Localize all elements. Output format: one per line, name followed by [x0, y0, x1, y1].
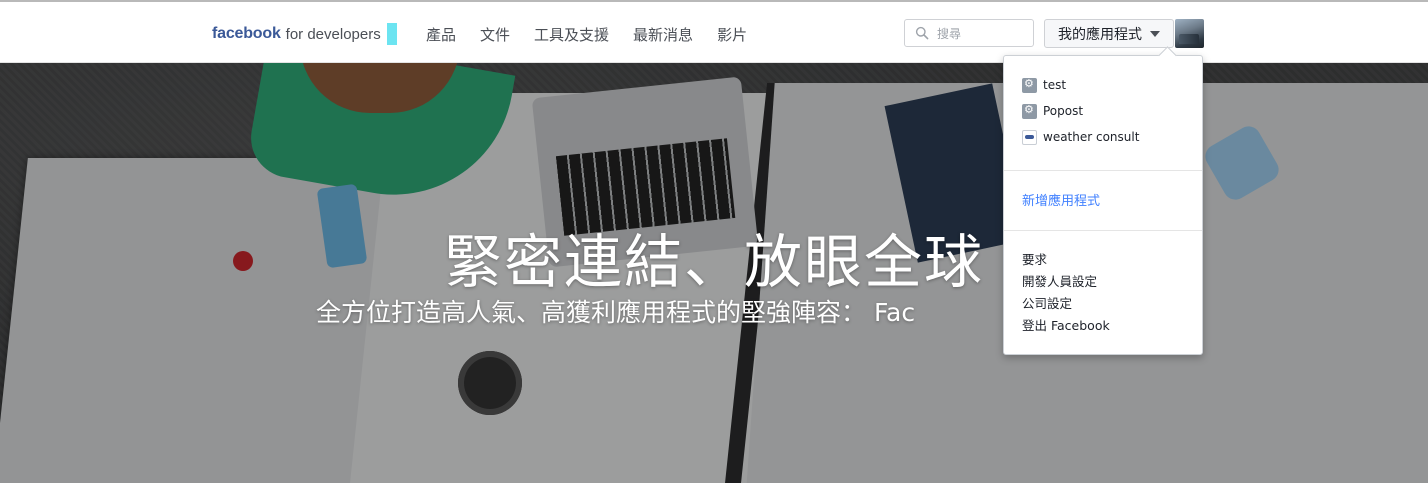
- dropdown-divider: [1004, 170, 1202, 171]
- search-icon: [915, 26, 929, 40]
- app-item-label: test: [1043, 78, 1067, 92]
- my-apps-button[interactable]: 我的應用程式: [1044, 19, 1174, 48]
- app-item-popost[interactable]: Popost: [1022, 101, 1083, 121]
- top-navigation-bar: facebook for developers 產品 文件 工具及支援 最新消息…: [0, 2, 1428, 63]
- logo-facebook-text: facebook: [212, 25, 281, 42]
- menu-item-tools-support[interactable]: 工具及支援: [534, 24, 609, 45]
- logo-developers-text: for developers: [285, 25, 381, 43]
- hero-subline: 全方位打造高人氣、高獲利應用程式的堅強陣容： Fac: [316, 298, 916, 327]
- gear-icon: [1022, 103, 1037, 119]
- menu-item-videos[interactable]: 影片: [717, 24, 747, 45]
- hero-headline: 緊密連結、放眼全球: [443, 228, 984, 296]
- menu-item-products[interactable]: 產品: [426, 24, 456, 45]
- app-item-label: weather consult: [1043, 130, 1140, 144]
- my-apps-label: 我的應用程式: [1058, 26, 1142, 43]
- logout-link[interactable]: 登出 Facebook: [1022, 315, 1110, 334]
- dropdown-divider: [1004, 230, 1202, 231]
- app-item-weather-consult[interactable]: weather consult: [1022, 127, 1139, 147]
- avatar[interactable]: [1175, 19, 1204, 48]
- company-settings-link[interactable]: 公司設定: [1022, 293, 1072, 312]
- app-item-label: Popost: [1043, 104, 1084, 118]
- add-app-link[interactable]: 新增應用程式: [1022, 190, 1100, 209]
- hero-banner: 緊密連結、放眼全球 全方位打造高人氣、高獲利應用程式的堅強陣容： Fac: [0, 63, 1428, 483]
- main-menu: 產品 文件 工具及支援 最新消息 影片: [426, 24, 747, 45]
- chevron-down-icon: [1150, 30, 1160, 37]
- search-box[interactable]: [904, 19, 1034, 47]
- cloud-icon: [1022, 129, 1037, 145]
- facebook-for-developers-logo[interactable]: facebook for developers: [212, 22, 397, 46]
- gear-icon: [1022, 77, 1037, 93]
- menu-item-news[interactable]: 最新消息: [633, 24, 693, 45]
- logo-accent-mark: [386, 23, 397, 45]
- my-apps-dropdown: test Popost weather consult 新增應用程式 要求 開發…: [1003, 46, 1203, 355]
- search-input[interactable]: [935, 24, 1031, 44]
- requests-link[interactable]: 要求: [1022, 249, 1047, 268]
- developer-settings-link[interactable]: 開發人員設定: [1022, 271, 1097, 290]
- menu-item-docs[interactable]: 文件: [480, 24, 510, 45]
- app-item-test[interactable]: test: [1022, 75, 1066, 95]
